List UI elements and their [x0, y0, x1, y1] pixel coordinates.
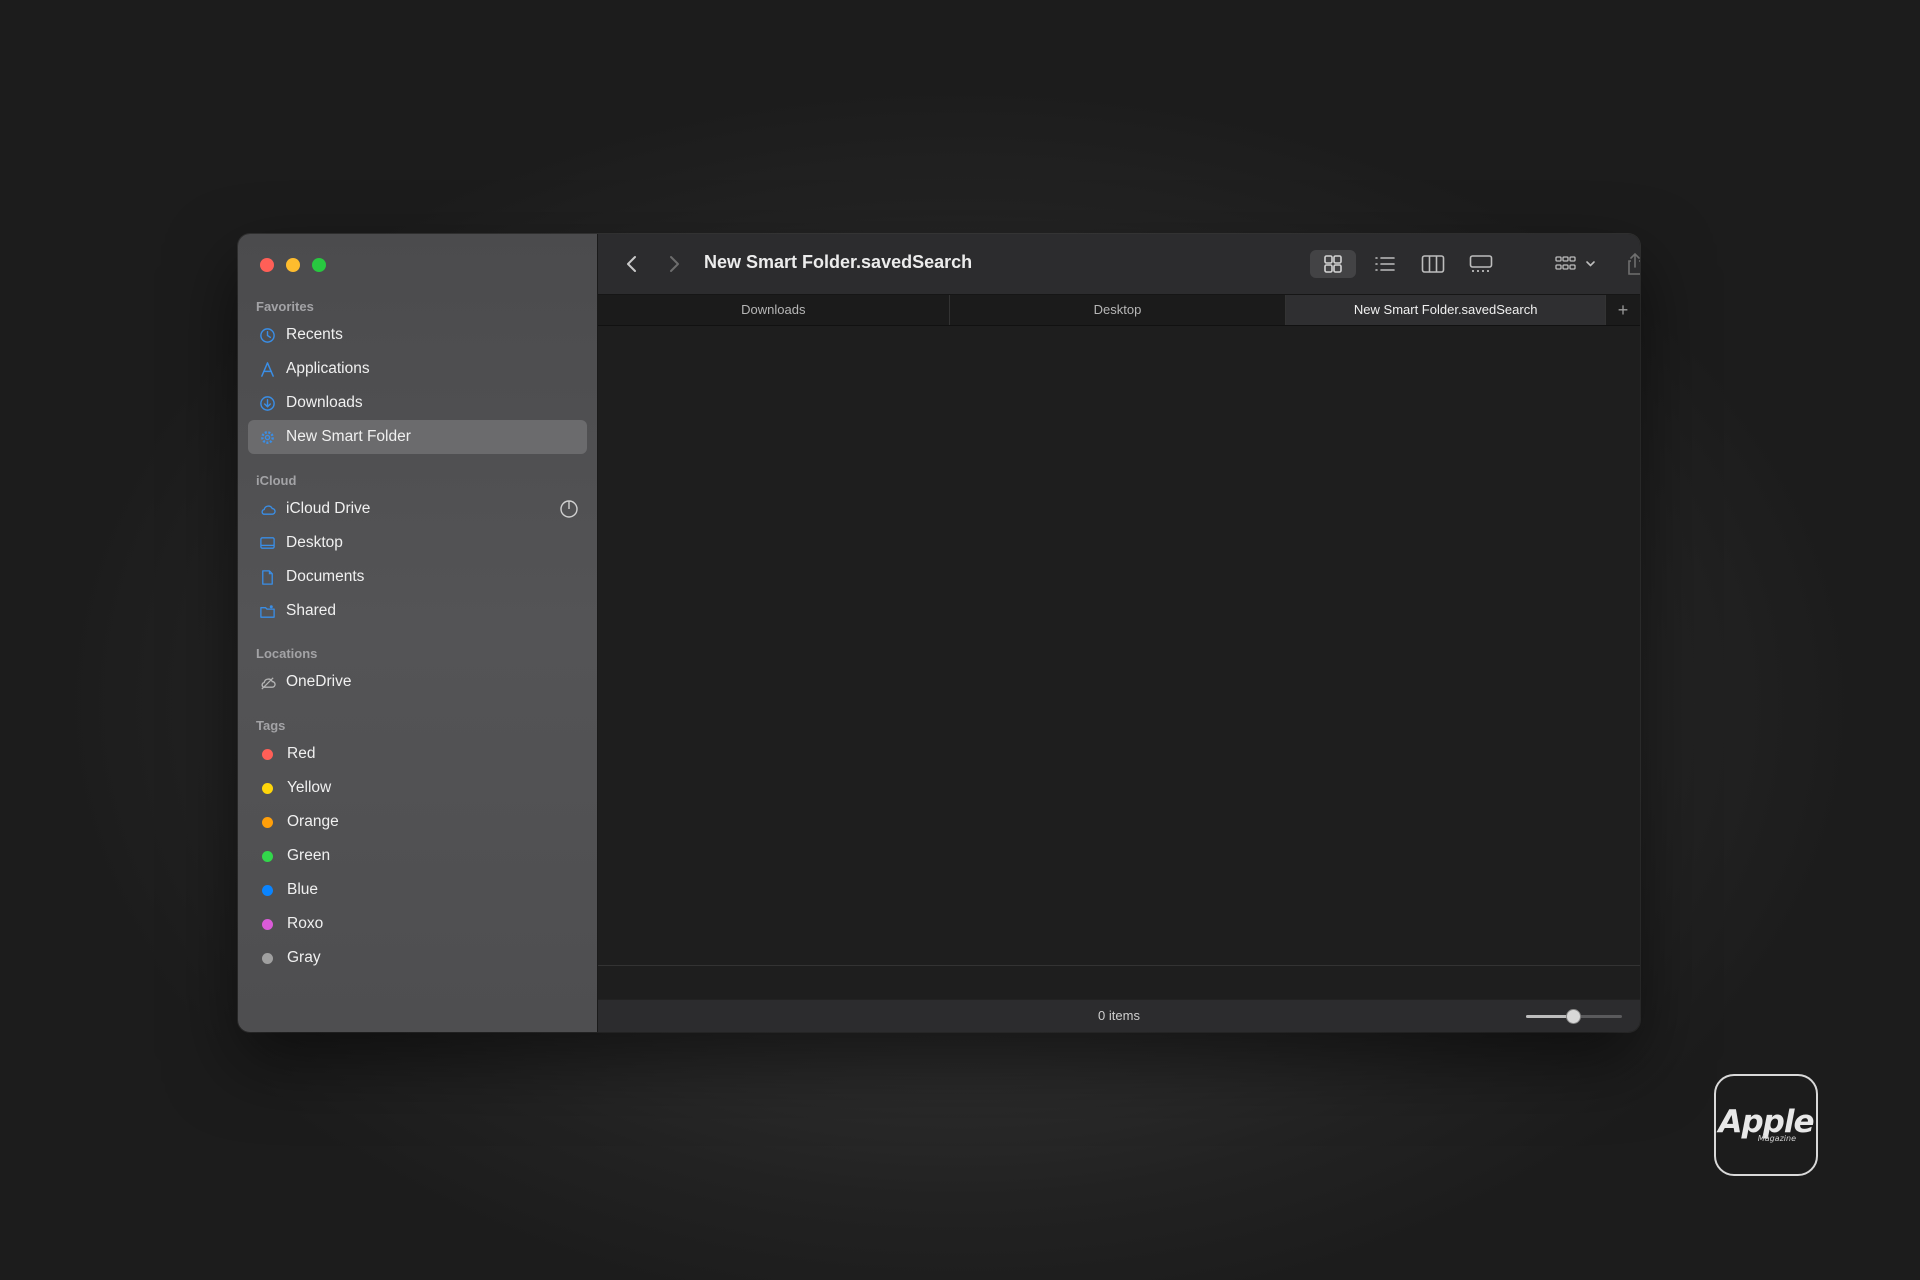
- sidebar-tag-red[interactable]: Red: [248, 737, 587, 771]
- sidebar-item-label: Downloads: [286, 394, 363, 411]
- toolbar: New Smart Folder.savedSearch: [598, 234, 1640, 295]
- sync-progress-icon: [559, 499, 579, 519]
- path-bar: [598, 965, 1640, 1000]
- sidebar-item-label: OneDrive: [286, 673, 352, 690]
- tag-color-dot: [262, 952, 273, 964]
- list-icon: [1375, 257, 1395, 271]
- sidebar: Favorites Recents Applications Downloads: [238, 234, 598, 1032]
- sidebar-item-downloads[interactable]: Downloads: [248, 386, 587, 420]
- grid-icon: [1324, 255, 1342, 273]
- sidebar-item-new-smart-folder[interactable]: New Smart Folder: [248, 420, 587, 454]
- list-view-button[interactable]: [1368, 250, 1402, 278]
- sidebar-tag-orange[interactable]: Orange: [248, 805, 587, 839]
- tab-bar: Downloads Desktop New Smart Folder.saved…: [598, 295, 1640, 326]
- close-button[interactable]: [260, 258, 274, 272]
- tag-color-dot: [262, 850, 273, 862]
- sidebar-item-label: Orange: [287, 813, 339, 830]
- document-icon: [258, 568, 276, 586]
- share-button[interactable]: [1620, 250, 1640, 278]
- sidebar-item-recents[interactable]: Recents: [248, 318, 587, 352]
- logo-word: Apple: [1718, 1104, 1814, 1140]
- new-tab-button[interactable]: +: [1606, 295, 1640, 325]
- sidebar-section-tags: Tags Red Yellow Orange Green Blue Roxo G…: [238, 715, 597, 975]
- group-icon: [1555, 256, 1595, 270]
- tag-color-dot: [262, 884, 273, 896]
- icon-view-button[interactable]: [1310, 250, 1356, 278]
- sidebar-tag-yellow[interactable]: Yellow: [248, 771, 587, 805]
- gallery-view-button[interactable]: [1464, 250, 1498, 278]
- sidebar-item-label: Recents: [286, 326, 343, 343]
- main-area: New Smart Folder.savedSearch Downloads D…: [598, 234, 1640, 1032]
- slider-knob[interactable]: [1566, 1009, 1581, 1024]
- finder-window: Favorites Recents Applications Downloads: [238, 234, 1640, 1032]
- file-content-area[interactable]: [598, 326, 1640, 966]
- sidebar-item-label: Desktop: [286, 534, 343, 551]
- cloud-icon: [258, 500, 276, 518]
- tag-color-dot: [262, 782, 273, 794]
- sidebar-tag-blue[interactable]: Blue: [248, 873, 587, 907]
- tag-color-dot: [262, 748, 273, 760]
- sidebar-item-label: Applications: [286, 360, 370, 377]
- status-bar: 0 items: [598, 999, 1640, 1032]
- sidebar-item-label: Documents: [286, 568, 365, 585]
- apple-magazine-logo: Apple Magazine: [1714, 1074, 1818, 1176]
- back-button[interactable]: [620, 250, 644, 278]
- zoom-button[interactable]: [312, 258, 326, 272]
- chevron-right-icon: [670, 256, 679, 272]
- tab-downloads[interactable]: Downloads: [598, 295, 950, 325]
- sidebar-heading-tags: Tags: [256, 718, 286, 733]
- gallery-icon: [1469, 255, 1493, 272]
- sidebar-heading-icloud: iCloud: [256, 473, 297, 488]
- sidebar-item-label: Blue: [287, 881, 319, 898]
- sidebar-item-label: Red: [287, 745, 316, 762]
- sidebar-tag-roxo[interactable]: Roxo: [248, 907, 587, 941]
- share-icon: [1628, 252, 1640, 275]
- tab-desktop[interactable]: Desktop: [950, 295, 1287, 325]
- sidebar-item-label: Shared: [286, 602, 336, 619]
- column-view-button[interactable]: [1416, 250, 1450, 278]
- logo-sub: Magazine: [1757, 1134, 1796, 1143]
- sidebar-item-label: New Smart Folder: [286, 428, 411, 445]
- sidebar-section-locations: Locations OneDrive: [238, 643, 597, 699]
- download-icon: [258, 394, 276, 412]
- icon-size-slider[interactable]: [1526, 1009, 1622, 1024]
- gear-icon: [258, 428, 276, 446]
- sidebar-item-label: iCloud Drive: [286, 500, 371, 517]
- clock-icon: [258, 326, 276, 344]
- sidebar-item-label: Green: [287, 847, 331, 864]
- chevron-left-icon: [627, 256, 636, 272]
- sidebar-item-documents[interactable]: Documents: [248, 560, 587, 594]
- columns-icon: [1421, 255, 1445, 273]
- sidebar-section-favorites: Favorites Recents Applications Downloads: [238, 296, 597, 454]
- shared-folder-icon: [258, 602, 276, 620]
- sidebar-item-label: Gray: [287, 949, 321, 966]
- sidebar-item-shared[interactable]: Shared: [248, 594, 587, 628]
- window-controls: [260, 258, 326, 272]
- tab-new-smart-folder[interactable]: New Smart Folder.savedSearch: [1286, 295, 1607, 325]
- applications-icon: [258, 360, 276, 378]
- group-by-button[interactable]: [1552, 250, 1602, 278]
- sidebar-section-icloud: iCloud iCloud Drive Desktop Documents Sh…: [238, 470, 597, 628]
- tag-color-dot: [262, 816, 273, 828]
- sidebar-tag-gray[interactable]: Gray: [248, 941, 587, 975]
- sidebar-heading-locations: Locations: [256, 646, 318, 661]
- tag-color-dot: [262, 918, 273, 930]
- desktop-icon: [258, 534, 276, 552]
- sidebar-item-label: Roxo: [287, 915, 324, 932]
- sidebar-item-icloud-drive[interactable]: iCloud Drive: [248, 492, 587, 526]
- forward-button[interactable]: [662, 250, 686, 278]
- sidebar-item-label: Yellow: [287, 779, 332, 796]
- sidebar-tag-green[interactable]: Green: [248, 839, 587, 873]
- item-count: 0 items: [1098, 1008, 1140, 1023]
- sidebar-item-desktop[interactable]: Desktop: [248, 526, 587, 560]
- sidebar-item-onedrive[interactable]: OneDrive: [248, 665, 587, 699]
- window-title: New Smart Folder.savedSearch: [704, 252, 973, 272]
- minimize-button[interactable]: [286, 258, 300, 272]
- sidebar-item-applications[interactable]: Applications: [248, 352, 587, 386]
- sidebar-heading-favorites: Favorites: [256, 299, 314, 314]
- cloud-slash-icon: [258, 673, 276, 691]
